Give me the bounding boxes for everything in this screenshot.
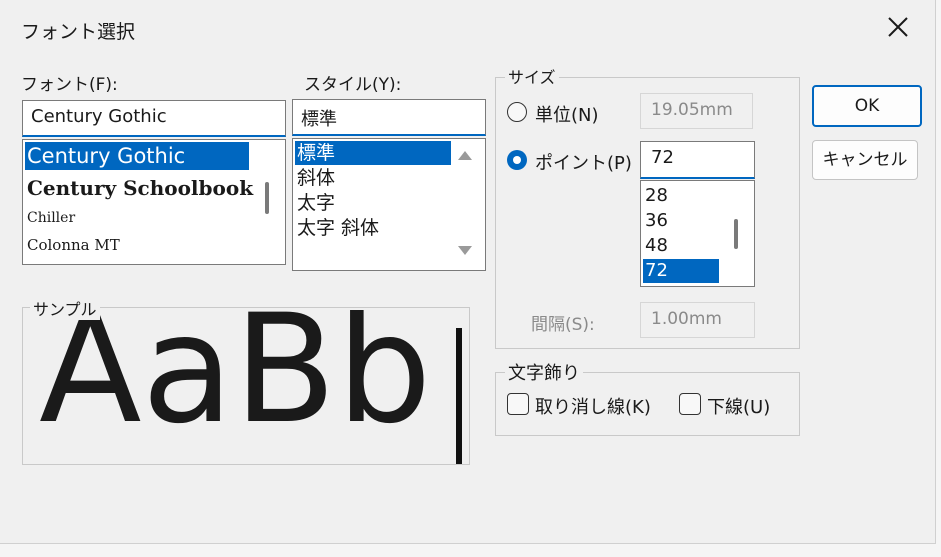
underline-checkbox[interactable] <box>679 393 701 415</box>
scroll-down-icon[interactable] <box>457 245 473 257</box>
decoration-group-label: 文字飾り <box>505 359 583 385</box>
sample-label: サンプル <box>30 296 100 320</box>
font-list-item-chiller[interactable]: Chiller <box>25 204 249 232</box>
underline-label[interactable]: 下線(U) <box>707 393 770 419</box>
size-list-scrollbar-thumb[interactable] <box>734 219 738 249</box>
style-label: スタイル(Y): <box>304 75 402 95</box>
font-dialog: フォント選択 フォント(F): Century Gothic Century G… <box>0 0 936 544</box>
dialog-title: フォント選択 <box>21 21 136 43</box>
style-list-item-bold[interactable]: 太字 <box>295 191 451 215</box>
size-list-item-28[interactable]: 28 <box>643 184 719 208</box>
style-list[interactable]: 標準 斜体 太字 太字 斜体 <box>292 138 486 271</box>
sample-clip: AaBb <box>37 310 457 460</box>
style-list-item-italic[interactable]: 斜体 <box>295 166 451 190</box>
font-list-item-century-schoolbook[interactable]: Century Schoolbook <box>25 174 253 202</box>
point-label[interactable]: ポイント(P) <box>535 149 632 175</box>
font-list-scrollbar-thumb[interactable] <box>265 182 269 214</box>
sample-edge-bar <box>456 328 462 464</box>
unit-label[interactable]: 単位(N) <box>535 101 599 127</box>
style-list-item-regular[interactable]: 標準 <box>295 141 451 165</box>
font-label: フォント(F): <box>21 75 118 95</box>
font-list-item-colonna-mt[interactable]: Colonna MT <box>25 231 249 259</box>
sample-preview-box: AaBb <box>22 307 470 465</box>
unit-value-field: 19.05mm <box>640 93 753 129</box>
point-size-input[interactable]: 72 <box>640 141 755 179</box>
size-group-label: サイズ <box>505 64 559 88</box>
strikeout-checkbox[interactable] <box>507 393 529 415</box>
font-name-input[interactable]: Century Gothic <box>22 100 286 137</box>
style-input[interactable]: 標準 <box>292 99 486 136</box>
point-radio[interactable] <box>507 150 527 170</box>
font-list[interactable]: Century Gothic Century Schoolbook Chille… <box>22 139 286 265</box>
style-list-item-bold-italic[interactable]: 太字 斜体 <box>295 216 451 240</box>
spacing-label: 間隔(S): <box>531 315 595 335</box>
size-list[interactable]: 28 36 48 72 <box>640 180 755 287</box>
strikeout-label[interactable]: 取り消し線(K) <box>535 393 651 419</box>
scroll-up-icon[interactable] <box>457 149 473 161</box>
font-list-item-century-gothic[interactable]: Century Gothic <box>25 142 249 170</box>
sample-text: AaBb <box>39 310 432 457</box>
ok-button[interactable]: OK <box>812 85 922 127</box>
unit-radio[interactable] <box>507 102 527 122</box>
size-list-item-36[interactable]: 36 <box>643 209 719 233</box>
size-list-item-72[interactable]: 72 <box>643 259 719 283</box>
close-icon <box>888 17 908 37</box>
spacing-value-field: 1.00mm <box>640 302 755 338</box>
title-bar: フォント選択 <box>0 0 935 56</box>
cancel-button[interactable]: キャンセル <box>812 140 918 180</box>
close-button[interactable] <box>872 6 924 48</box>
size-list-item-48[interactable]: 48 <box>643 234 719 258</box>
